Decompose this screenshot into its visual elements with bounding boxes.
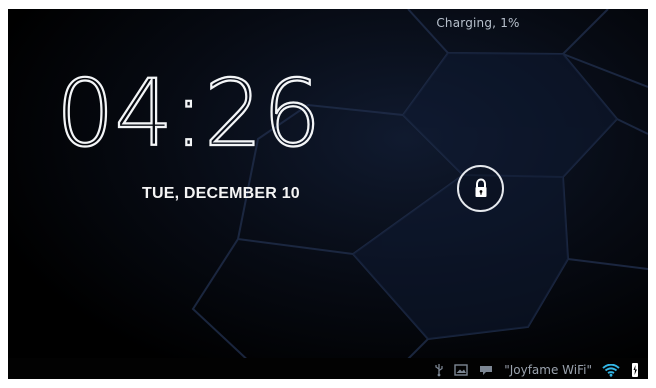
charging-status: Charging, 1% <box>436 16 520 30</box>
clock-time: 04:26 <box>55 59 322 168</box>
unlock-button[interactable] <box>457 165 504 212</box>
lock-date: TUE, DECEMBER 10 <box>142 185 300 202</box>
usb-icon <box>434 363 444 377</box>
svg-text:04:26: 04:26 <box>56 60 321 167</box>
android-lock-screen: Charging, 1% 04:26 TUE, DECEMBER 10 "Joy… <box>8 9 648 379</box>
wifi-icon <box>602 363 620 377</box>
lock-icon <box>475 177 486 197</box>
image-icon <box>454 364 468 376</box>
system-tray: "Joyfame WiFi" <box>434 362 640 378</box>
message-icon <box>478 364 494 376</box>
battery-charging-icon <box>630 362 640 378</box>
wifi-network-name: "Joyfame WiFi" <box>504 363 592 377</box>
